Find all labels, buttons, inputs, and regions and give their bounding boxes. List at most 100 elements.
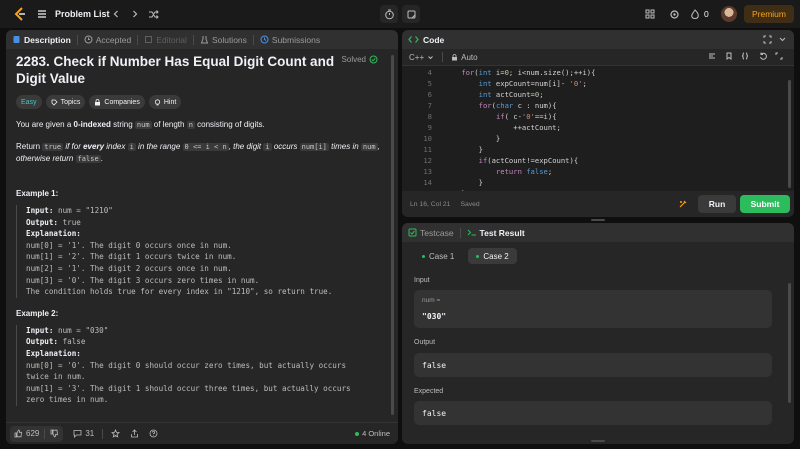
description-paragraph-2: Return true if for every index i in the …	[16, 141, 388, 165]
run-button[interactable]: Run	[698, 195, 736, 213]
chevron-left-icon[interactable]	[111, 0, 121, 28]
comments-button[interactable]: 31	[73, 429, 94, 438]
braces-icon[interactable]	[741, 52, 749, 60]
leetcode-logo-icon[interactable]	[12, 6, 28, 22]
editor-status-bar: Ln 16, Col 21 Saved Run Submit	[402, 191, 794, 217]
companies-chip[interactable]: Companies	[89, 95, 145, 109]
text: 0-indexed	[73, 120, 111, 129]
tab-testcase[interactable]: Testcase	[408, 228, 454, 238]
shuffle-icon[interactable]	[148, 0, 159, 28]
description-footer: 629 31 4 Online	[6, 422, 398, 444]
bookmark-icon[interactable]	[725, 52, 733, 60]
divider	[192, 34, 194, 45]
user-avatar[interactable]	[721, 6, 737, 22]
inline-code: num	[360, 143, 378, 151]
panel-resize-handle[interactable]	[591, 440, 605, 442]
test-scrollbar[interactable]	[788, 283, 791, 403]
test-panel: Testcase Test Result Case 1 Case 2 Input…	[402, 223, 794, 444]
collapse-icon[interactable]	[778, 35, 787, 44]
example-line: Output: true	[26, 217, 388, 229]
text: index	[104, 142, 128, 151]
inline-code: i	[127, 143, 136, 151]
tab-accepted[interactable]: Accepted	[84, 35, 131, 45]
language-select[interactable]: C++	[409, 53, 434, 62]
share-icon[interactable]	[130, 429, 139, 438]
grid-layout-icon[interactable]	[645, 0, 655, 28]
inline-code: num	[134, 121, 152, 129]
output-value: false	[422, 361, 447, 370]
submit-button[interactable]: Submit	[740, 195, 790, 213]
top-bar: Problem List 0 Premium	[0, 0, 800, 28]
thumbs-down-icon[interactable]	[50, 429, 59, 438]
line-number: 4	[427, 68, 432, 77]
chevron-down-icon	[427, 54, 434, 61]
panel-resize-handle[interactable]	[591, 219, 605, 221]
explanation-key: Explanation:	[26, 348, 81, 358]
text: times in	[328, 142, 361, 151]
explanation-line: num[2] = '1'. The digit 2 occurs once in…	[26, 263, 232, 273]
tab-submissions[interactable]: Submissions	[260, 35, 320, 45]
settings-gear-icon[interactable]	[669, 0, 680, 28]
save-status: Saved	[460, 200, 480, 208]
check-circle-icon	[369, 55, 378, 64]
debug-icon[interactable]	[678, 199, 688, 209]
divider	[44, 428, 46, 439]
inline-code: 0 <= i < n	[182, 143, 229, 151]
mode-label: Auto	[461, 52, 478, 62]
terminal-icon	[467, 228, 477, 237]
problem-title: 2283. Check if Number Has Equal Digit Co…	[16, 54, 335, 86]
code-panel: Code C++ Auto 4 5 6 7 8 9 10 11 12 13 14…	[402, 30, 794, 217]
explanation-line: The condition holds true for every index…	[26, 287, 333, 297]
mode-select[interactable]: Auto	[451, 52, 478, 62]
topics-chip[interactable]: Topics	[45, 95, 86, 109]
premium-button[interactable]: Premium	[744, 5, 794, 23]
description-paragraph-1: You are given a 0-indexed string num of …	[16, 119, 388, 131]
like-button[interactable]: 629	[10, 425, 64, 442]
code-line: }	[444, 178, 483, 187]
tab-test-result[interactable]: Test Result	[467, 228, 525, 238]
format-icon[interactable]	[708, 52, 716, 60]
input-key: Input:	[26, 325, 54, 335]
solved-label: Solved	[341, 55, 366, 64]
case-1-tab[interactable]: Case 1	[414, 248, 462, 264]
editor-scrollbar[interactable]	[788, 80, 791, 188]
line-number: 6	[427, 90, 432, 99]
tab-editorial[interactable]: Editorial	[144, 35, 187, 45]
help-icon[interactable]	[149, 429, 158, 438]
hint-chip[interactable]: Hint	[148, 95, 182, 109]
divider	[76, 34, 78, 45]
online-indicator: 4 Online	[355, 429, 390, 438]
star-icon[interactable]	[111, 429, 121, 438]
chevron-right-icon[interactable]	[130, 0, 140, 28]
expected-label: Expected	[414, 388, 444, 395]
tab-solutions[interactable]: Solutions	[200, 35, 247, 45]
problem-list-link[interactable]: Problem List	[55, 0, 110, 28]
timer-icon[interactable]	[380, 5, 398, 23]
expand-icon[interactable]	[775, 52, 783, 60]
notes-icon[interactable]	[402, 5, 420, 23]
example-line: Output: false	[26, 336, 388, 348]
divider	[137, 34, 139, 45]
list-icon[interactable]	[36, 0, 48, 28]
comment-icon	[73, 429, 82, 438]
description-scrollbar[interactable]	[391, 55, 394, 415]
code-line: ++actCount;	[444, 123, 561, 132]
reset-icon[interactable]	[759, 52, 767, 60]
divider	[252, 34, 254, 45]
test-tabs: Testcase Test Result	[402, 223, 794, 242]
output-value: false	[58, 337, 86, 347]
code-line: }	[444, 145, 483, 154]
code-line: return false;	[495, 167, 553, 176]
fullscreen-icon[interactable]	[763, 35, 772, 44]
code-line: for(char c : num){	[478, 101, 557, 110]
description-panel: Description Accepted Editorial Solutions…	[6, 30, 398, 444]
case-2-tab[interactable]: Case 2	[468, 248, 517, 264]
streak-count: 0	[704, 9, 709, 19]
flask-icon	[200, 35, 209, 44]
tab-description[interactable]: Description	[12, 35, 71, 45]
explanation-line: twice in num.	[26, 372, 86, 382]
text: consisting of digits.	[194, 120, 265, 129]
fire-streak-icon[interactable]	[690, 0, 700, 28]
code-line: if( c-'0'==i){	[495, 112, 557, 121]
inline-code: false	[75, 155, 101, 163]
